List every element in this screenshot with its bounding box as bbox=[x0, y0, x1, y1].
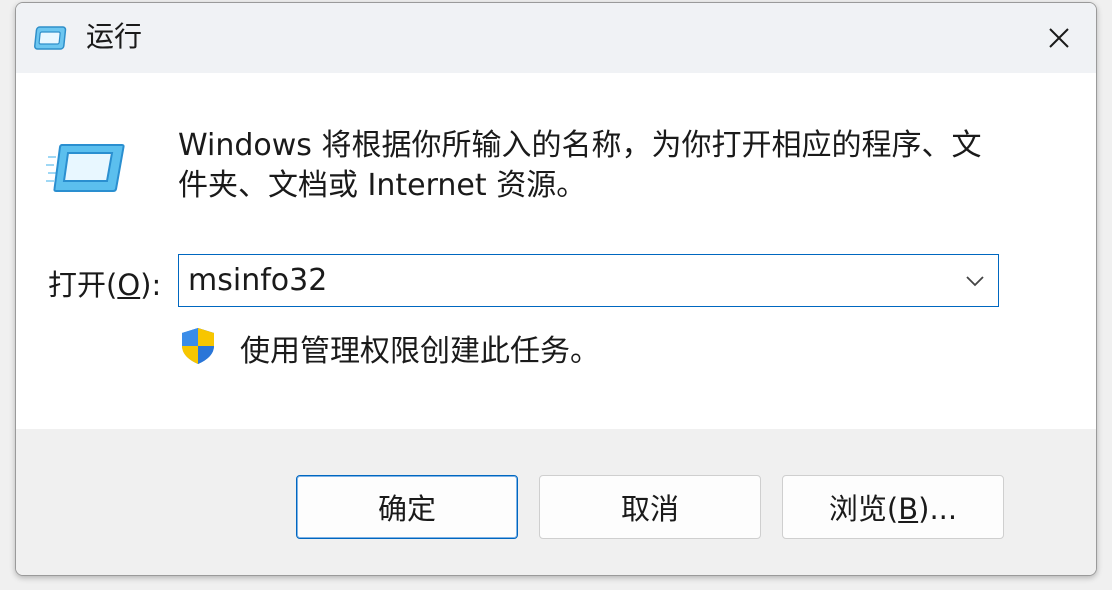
open-label-mnemonic: O bbox=[117, 268, 141, 302]
admin-notice: 使用管理权限创建此任务。 bbox=[240, 334, 600, 369]
browse-button-label: 浏览(B)... bbox=[829, 486, 957, 528]
browse-label-prefix: 浏览( bbox=[828, 492, 899, 526]
cancel-button[interactable]: 取消 bbox=[539, 475, 761, 539]
close-icon bbox=[1049, 28, 1069, 48]
chevron-down-icon bbox=[966, 276, 984, 287]
window-title: 运行 bbox=[86, 20, 143, 53]
title-bar[interactable]: 运行 bbox=[16, 3, 1096, 73]
open-label-suffix: ): bbox=[140, 268, 162, 302]
browse-label-suffix: )... bbox=[918, 492, 958, 526]
run-icon bbox=[46, 144, 125, 192]
open-combobox[interactable]: msinfo32 bbox=[178, 254, 999, 307]
open-label-prefix: 打开( bbox=[48, 268, 118, 302]
cancel-button-label: 取消 bbox=[620, 492, 679, 526]
button-bar: 确定 取消 浏览(B)... bbox=[16, 429, 1096, 575]
uac-shield-icon bbox=[182, 328, 214, 364]
dialog-content: Windows 将根据你所输入的名称，为你打开相应的程序、文件夹、文档或 Int… bbox=[16, 73, 1096, 429]
open-label: 打开(O): bbox=[48, 265, 161, 305]
browse-button[interactable]: 浏览(B)... bbox=[782, 475, 1004, 539]
dropdown-button[interactable] bbox=[962, 268, 988, 294]
run-icon bbox=[34, 26, 67, 50]
run-dialog: 运行 Windows 将根据你所输入的名称，为你打开相应的程序、文件夹、文档或 … bbox=[15, 2, 1097, 576]
ok-button-label: 确定 bbox=[377, 492, 436, 526]
ok-button[interactable]: 确定 bbox=[296, 475, 518, 539]
dialog-description: Windows 将根据你所输入的名称，为你打开相应的程序、文件夹、文档或 Int… bbox=[178, 128, 982, 203]
close-button[interactable] bbox=[1022, 3, 1096, 73]
open-input[interactable]: msinfo32 bbox=[188, 261, 327, 301]
browse-label-mnemonic: B bbox=[898, 492, 919, 526]
